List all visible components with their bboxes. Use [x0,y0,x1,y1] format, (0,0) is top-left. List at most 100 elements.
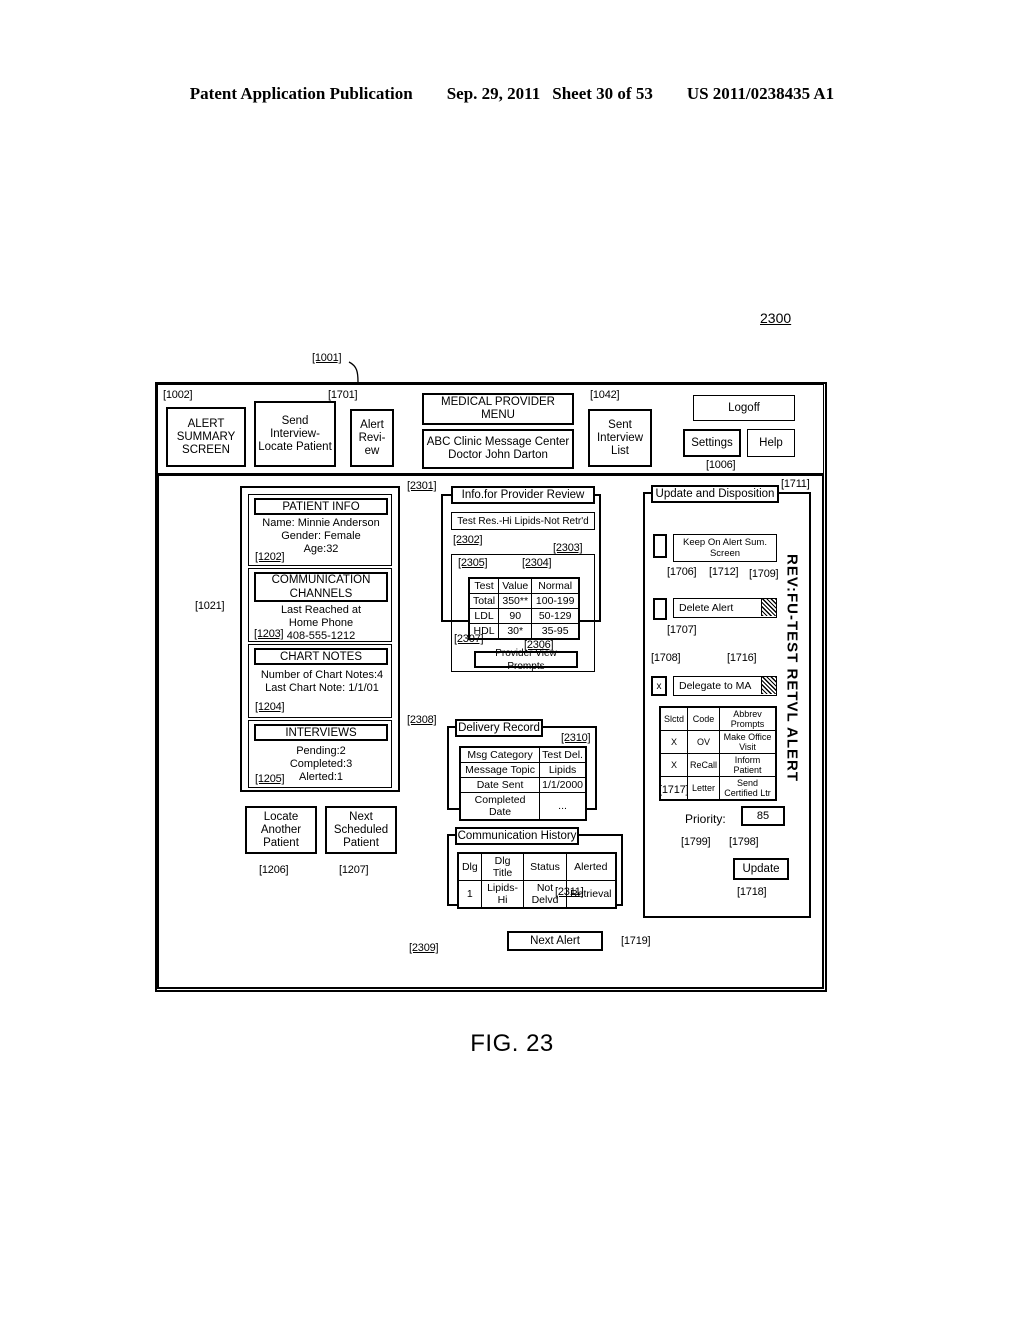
delivery-field-value: Lipids [539,762,587,778]
delegate-to-ma-row[interactable]: Delegate to MA [673,676,777,696]
lab-test-name: Total [468,593,500,609]
logoff-label: Logoff [728,401,760,414]
update-button[interactable]: Update [733,858,789,880]
lab-test-normal: 35-95 [531,623,580,640]
help-button[interactable]: Help [747,429,795,457]
label-1021: [1021] [195,600,225,612]
delete-alert-row[interactable]: Delete Alert [673,598,777,618]
label-1718: [1718] [737,886,767,898]
priority-value: 85 [756,810,770,822]
figure-caption: FIG. 23 [470,1030,554,1057]
toolbar: [1002] ALERT SUMMARY SCREEN Send Intervi… [157,384,824,474]
keep-on-alert-checkbox[interactable] [653,534,667,558]
alert-banner: Test Res.-Hi Lipids-Not Retr'd [451,512,595,530]
patent-number: US 2011/0238435 A1 [686,84,835,103]
alert-summary-screen-label: ALERT SUMMARY SCREEN [176,417,236,456]
communication-channels-section: COMMUNICATION CHANNELS Last Reached at H… [248,568,392,642]
table-row: 1 Lipids-Hi Not Delvd Retrieval [457,880,617,909]
lab-test-value: 350** [498,593,533,609]
next-alert-label: Next Alert [530,934,580,947]
alert-banner-label: Test Res.-Hi Lipids-Not Retr'd [457,515,589,527]
label-1719: [1719] [621,935,651,947]
medical-provider-menu-label: MEDICAL PROVIDER MENU [441,396,555,421]
prompt-code: ReCall [686,753,721,777]
delegate-checkbox[interactable]: x [651,676,667,696]
publication-title: Patent Application Publication [189,84,413,103]
delegate-to-ma-label: Delegate to MA [679,680,752,692]
application-window: [1002] ALERT SUMMARY SCREEN Send Intervi… [155,382,827,992]
prompt-selected[interactable]: X [659,730,688,754]
interviews-completed: Completed:3 [289,758,353,770]
lab-results-container: [2305] [2304] Test Value Normal Total 35 [451,554,595,672]
history-dlg-title: Lipids-Hi [480,880,525,909]
alert-review-label: Alert Revi-ew [358,418,386,457]
scrollbar-thumb-icon[interactable] [761,677,776,694]
label-2304: [2304] [522,557,552,569]
table-row: LDL 90 50-129 [468,608,580,624]
delivery-field-value: ... [539,792,587,821]
main-content-area: [1021] PATIENT INFO Name: Minnie Anderso… [157,474,824,989]
alert-type-vertical-tab: REV:FU-TEST RETVL ALERT [781,548,803,788]
prompt-text: Make Office Visit [719,730,777,754]
delete-alert-checkbox[interactable] [653,598,667,620]
history-col-status: Status [523,852,567,881]
delete-alert-label: Delete Alert [679,602,734,614]
update-and-disposition-title: Update and Disposition [655,488,775,500]
next-alert-button[interactable]: Next Alert [507,931,603,951]
communication-channels-header: COMMUNICATION CHANNELS [254,572,388,602]
provider-view-prompts-button[interactable]: Provider View Prompts [474,648,578,672]
chart-notes-values: Number of Chart Notes:4 Last Chart Note:… [253,669,391,695]
help-label: Help [759,436,783,449]
label-2305: [2305] [458,557,488,569]
clinic-identity-banner: ABC Clinic Message Center Doctor John Da… [422,429,574,469]
table-row: Msg Category Test Del. [459,746,587,763]
update-and-disposition-panel: Update and Disposition REV:FU-TEST RETVL… [643,485,811,918]
label-1042: [1042] [590,389,620,401]
label-1706: [1706] [667,566,697,578]
interviews-header: INTERVIEWS [254,724,388,741]
sent-interview-list-button[interactable]: Sent Interview List [588,409,652,467]
priority-label: Priority: [685,812,726,826]
lab-col-value: Value [498,577,533,594]
patient-info-title: PATIENT INFO [282,500,360,513]
logoff-button[interactable]: Logoff [693,395,795,421]
label-1717: [1717] [659,784,689,796]
chart-notes-section: CHART NOTES Number of Chart Notes:4 Last… [248,644,392,718]
delivery-field-name: Message Topic [459,762,541,778]
table-row[interactable]: X ReCall Inform Patient [659,753,777,777]
history-col-alerted: Alerted [565,852,617,881]
delivery-record-panel: Delivery Record [2310] Msg Category Test… [447,719,597,821]
patient-name: Name: Minnie Anderson [262,517,380,529]
interviews-title: INTERVIEWS [285,726,357,739]
communication-channels-title: COMMUNICATION CHANNELS [271,574,371,600]
delivery-field-value: Test Del. [539,746,587,763]
settings-label: Settings [691,436,733,449]
send-interview-locate-patient-button[interactable]: Send Interview-Locate Patient [254,401,336,467]
scrollbar-thumb-icon[interactable] [761,599,776,616]
prompt-selected[interactable]: X [659,753,688,777]
alert-review-button[interactable]: Alert Revi-ew [350,409,394,467]
table-row[interactable]: X OV Make Office Visit [659,730,777,754]
next-scheduled-patient-label: Next Scheduled Patient [333,810,389,849]
last-reached-line: Last Reached at [280,604,362,616]
lab-test-value: 30* [498,623,533,640]
alert-type-label: REV:FU-TEST RETVL ALERT [783,553,801,782]
interviews-section: INTERVIEWS Pending:2 Completed:3 Alerted… [248,720,392,788]
locate-another-patient-button[interactable]: Locate Another Patient [245,806,317,854]
prompts-col-selected: Slctd [659,706,688,731]
publication-date: Sep. 29, 2011 [446,84,541,103]
lab-col-normal: Normal [531,577,580,594]
settings-button[interactable]: Settings [683,429,741,457]
next-scheduled-patient-button[interactable]: Next Scheduled Patient [325,806,397,854]
priority-value-field[interactable]: 85 [741,806,785,826]
label-2310: [2310] [561,732,591,744]
table-row: Completed Date ... [459,792,587,821]
alert-summary-screen-button[interactable]: ALERT SUMMARY SCREEN [166,407,246,467]
prompts-header-row: Slctd Code Abbrev Prompts [659,706,777,731]
label-2309: [2309] [409,942,439,954]
keep-on-alert-label-box[interactable]: Keep On Alert Sum. Screen [673,534,777,562]
chart-notes-last: Last Chart Note: 1/1/01 [265,682,379,694]
chart-notes-header: CHART NOTES [254,648,388,665]
history-col-dlg: Dlg [457,852,482,881]
lab-results-table: Test Value Normal Total 350** 100-199 LD… [468,577,580,640]
